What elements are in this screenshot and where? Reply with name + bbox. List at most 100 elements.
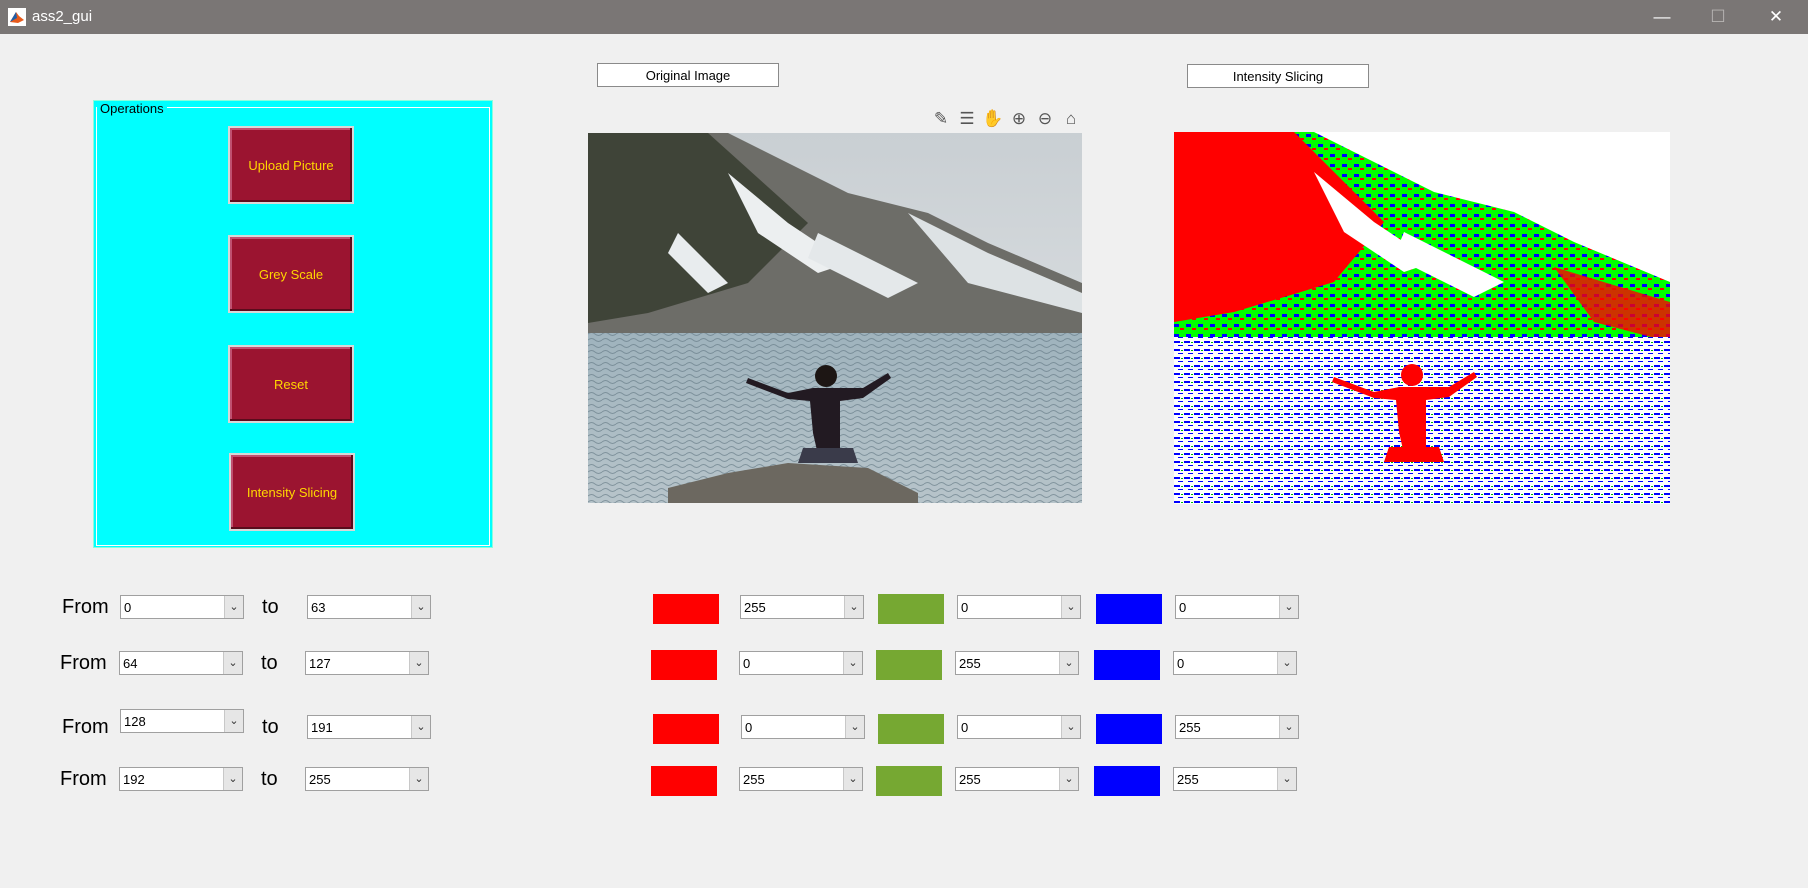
to-value-4: 255 [309, 772, 331, 787]
blue-swatch-1 [1096, 594, 1162, 624]
from-value-2: 64 [123, 656, 138, 671]
red-value-4: 255 [743, 772, 765, 787]
original-image-label: Original Image [597, 63, 779, 87]
original-image [588, 133, 1082, 503]
to-label: to [261, 652, 278, 674]
title-bar: ass2_gui — ☐ ✕ [0, 0, 1808, 34]
red-value-3: 0 [745, 720, 753, 735]
blue-value-1: 0 [1179, 600, 1187, 615]
chevron-down-icon: ⌄ [1059, 652, 1078, 674]
matlab-icon [8, 8, 26, 26]
red-value-2: 0 [743, 656, 751, 671]
from-label: From [62, 596, 109, 618]
intensity-slicing-button[interactable]: Intensity Slicing [229, 453, 355, 531]
chevron-down-icon: ⌄ [411, 596, 430, 618]
chevron-down-icon: ⌄ [1059, 768, 1078, 790]
chevron-down-icon: ⌄ [845, 716, 864, 738]
red-select-2[interactable]: 0 ⌄ [739, 651, 863, 675]
red-select-1[interactable]: 255 ⌄ [740, 595, 864, 619]
to-value-2: 127 [309, 656, 331, 671]
blue-select-3[interactable]: 255 ⌄ [1175, 715, 1299, 739]
to-select-2[interactable]: 127 ⌄ [305, 651, 429, 675]
chevron-down-icon: ⌄ [409, 768, 428, 790]
red-value-1: 255 [744, 600, 766, 615]
upload-picture-button[interactable]: Upload Picture [228, 126, 354, 204]
red-select-4[interactable]: 255 ⌄ [739, 767, 863, 791]
from-select-2[interactable]: 64 ⌄ [119, 651, 243, 675]
chevron-down-icon: ⌄ [1279, 716, 1298, 738]
green-value-3: 0 [961, 720, 969, 735]
green-select-2[interactable]: 255 ⌄ [955, 651, 1079, 675]
blue-value-2: 0 [1177, 656, 1185, 671]
chevron-down-icon: ⌄ [1061, 596, 1080, 618]
data-tip-icon[interactable]: ☰ [956, 108, 978, 130]
from-label: From [60, 768, 107, 790]
from-value-4: 192 [123, 772, 145, 787]
to-label: to [262, 596, 279, 618]
brush-icon[interactable]: ✎ [930, 108, 952, 130]
to-select-1[interactable]: 63 ⌄ [307, 595, 431, 619]
from-select-1[interactable]: 0 ⌄ [120, 595, 244, 619]
red-swatch-4 [651, 766, 717, 796]
zoom-out-icon[interactable]: ⊖ [1034, 108, 1056, 130]
green-swatch-2 [876, 650, 942, 680]
blue-value-3: 255 [1179, 720, 1201, 735]
home-icon[interactable]: ⌂ [1060, 108, 1082, 130]
chevron-down-icon: ⌄ [409, 652, 428, 674]
green-swatch-3 [878, 714, 944, 744]
red-swatch-3 [653, 714, 719, 744]
from-value-3: 128 [124, 714, 146, 729]
chevron-down-icon: ⌄ [224, 596, 243, 618]
to-select-3[interactable]: 191 ⌄ [307, 715, 431, 739]
chevron-down-icon: ⌄ [843, 652, 862, 674]
red-swatch-1 [653, 594, 719, 624]
chevron-down-icon: ⌄ [1279, 596, 1298, 618]
axes-toolbar: ✎ ☰ ✋ ⊕ ⊖ ⌂ [930, 108, 1082, 130]
chevron-down-icon: ⌄ [844, 596, 863, 618]
green-value-4: 255 [959, 772, 981, 787]
to-select-4[interactable]: 255 ⌄ [305, 767, 429, 791]
to-value-1: 63 [311, 600, 326, 615]
from-label: From [60, 652, 107, 674]
green-value-1: 0 [961, 600, 969, 615]
green-value-2: 255 [959, 656, 981, 671]
operations-panel-title: Operations [97, 101, 167, 117]
blue-select-1[interactable]: 0 ⌄ [1175, 595, 1299, 619]
from-select-4[interactable]: 192 ⌄ [119, 767, 243, 791]
blue-select-4[interactable]: 255 ⌄ [1173, 767, 1297, 791]
blue-swatch-3 [1096, 714, 1162, 744]
chevron-down-icon: ⌄ [843, 768, 862, 790]
to-label: to [262, 716, 279, 738]
blue-swatch-4 [1094, 766, 1160, 796]
from-label: From [62, 716, 109, 738]
maximize-button[interactable]: ☐ [1690, 0, 1746, 34]
chevron-down-icon: ⌄ [1277, 652, 1296, 674]
green-swatch-1 [878, 594, 944, 624]
chevron-down-icon: ⌄ [223, 652, 242, 674]
chevron-down-icon: ⌄ [224, 710, 243, 732]
intensity-slicing-label: Intensity Slicing [1187, 64, 1369, 88]
chevron-down-icon: ⌄ [411, 716, 430, 738]
chevron-down-icon: ⌄ [1277, 768, 1296, 790]
to-value-3: 191 [311, 720, 333, 735]
green-select-3[interactable]: 0 ⌄ [957, 715, 1081, 739]
reset-button[interactable]: Reset [228, 345, 354, 423]
chevron-down-icon: ⌄ [1061, 716, 1080, 738]
green-select-4[interactable]: 255 ⌄ [955, 767, 1079, 791]
from-value-1: 0 [124, 600, 132, 615]
from-select-3[interactable]: 128 ⌄ [120, 709, 244, 733]
pan-hand-icon[interactable]: ✋ [982, 108, 1004, 130]
green-select-1[interactable]: 0 ⌄ [957, 595, 1081, 619]
blue-value-4: 255 [1177, 772, 1199, 787]
close-button[interactable]: ✕ [1748, 0, 1804, 34]
to-label: to [261, 768, 278, 790]
window-title: ass2_gui [32, 8, 93, 25]
red-swatch-2 [651, 650, 717, 680]
blue-select-2[interactable]: 0 ⌄ [1173, 651, 1297, 675]
red-select-3[interactable]: 0 ⌄ [741, 715, 865, 739]
zoom-in-icon[interactable]: ⊕ [1008, 108, 1030, 130]
minimize-button[interactable]: — [1634, 0, 1690, 34]
green-swatch-4 [876, 766, 942, 796]
intensity-sliced-image [1174, 132, 1670, 504]
grey-scale-button[interactable]: Grey Scale [228, 235, 354, 313]
